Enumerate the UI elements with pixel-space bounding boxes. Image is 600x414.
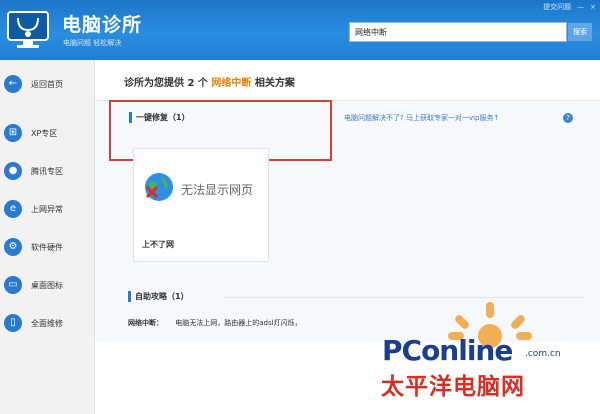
phone-icon: ▯ [4,314,22,332]
close-button[interactable]: × [590,3,596,11]
fix-solution-card[interactable]: 无法显示网页 上不了网 [133,148,269,262]
sidebar-item-label: 返回首页 [31,80,63,89]
cannot-display-page-text: 无法显示网页 [181,183,254,197]
sidebar-item-label: 桌面图标 [31,281,63,290]
tip-label: 网络中断： [128,319,163,327]
sidebar-item-label: 全面维修 [31,319,63,328]
tencent-icon: ● [4,162,22,180]
header-links: 提交问题 — × [543,2,596,12]
back-arrow-icon: ← [4,75,22,93]
app-window: 电脑诊所 电脑问题 轻松解决 提交问题 — × 网络中断 搜索 ← 返回首页 ⊞… [0,0,600,414]
sidebar-item-xp[interactable]: ⊞ XP专区 [0,116,95,156]
sidebar-item-home[interactable]: ← 返回首页 [0,67,95,107]
windows-xp-icon: ⊞ [4,124,22,142]
sidebar-item-label: 上网异常 [31,205,63,214]
ie-browser-icon: e [4,200,22,218]
solution-card-title: 上不了网 [142,240,174,249]
tip-text: 电脑无法上网，路由器上的adsl灯闪烁， [175,319,302,327]
watermark-brand: PConline [382,334,513,367]
app-slogan: 电脑问题 轻松解决 [63,39,122,47]
search-input[interactable]: 网络中断 [349,22,567,42]
sidebar: ← 返回首页 ⊞ XP专区 ● 腾讯专区 e 上网异常 ⚙ 软件硬件 ▭ 桌面图… [0,60,95,414]
results-headline: 诊所为您提供 2 个 网络中断 相关方案 [124,74,295,89]
sidebar-item-desktop[interactable]: ▭ 桌面图标 [0,268,95,308]
search-button[interactable]: 搜索 [567,22,593,42]
expert-help-link[interactable]: 电脑问题解决不了? 马上获取专家一对一vip服务↑ [344,113,499,123]
sidebar-item-software[interactable]: ⚙ 软件硬件 [0,230,95,270]
sidebar-item-network[interactable]: e 上网异常 [0,192,95,232]
sidebar-item-label: 软件硬件 [31,243,63,252]
help-icon[interactable]: ? [563,113,573,123]
stethoscope-monitor-icon [7,11,49,48]
headline-prefix: 诊所为您提供 2 个 [124,78,208,89]
headline-suffix: 相关方案 [254,78,295,89]
self-help-tip[interactable]: 网络中断： 电脑无法上网，路由器上的adsl灯闪烁， [128,318,302,328]
self-help-title: 自助攻略（1） [128,291,189,302]
header-bar: 电脑诊所 电脑问题 轻松解决 提交问题 — × 网络中断 搜索 [0,0,600,60]
ie-globe-error-icon [145,173,173,201]
submit-question-link[interactable]: 提交问题 [543,2,571,12]
minimize-button[interactable]: — [577,3,584,11]
gear-icon: ⚙ [4,238,22,256]
sidebar-item-label: XP专区 [31,129,58,138]
monitor-icon: ▭ [4,276,22,294]
sidebar-item-repair[interactable]: ▯ 全面维修 [0,306,95,346]
watermark-domain: .com.cn [525,349,561,359]
sidebar-item-label: 腾讯专区 [31,167,63,176]
headline-keyword: 网络中断 [211,78,252,89]
watermark-cn: 太平洋电脑网 [381,374,525,400]
sidebar-item-tencent[interactable]: ● 腾讯专区 [0,154,95,194]
app-title: 电脑诊所 [62,14,143,36]
